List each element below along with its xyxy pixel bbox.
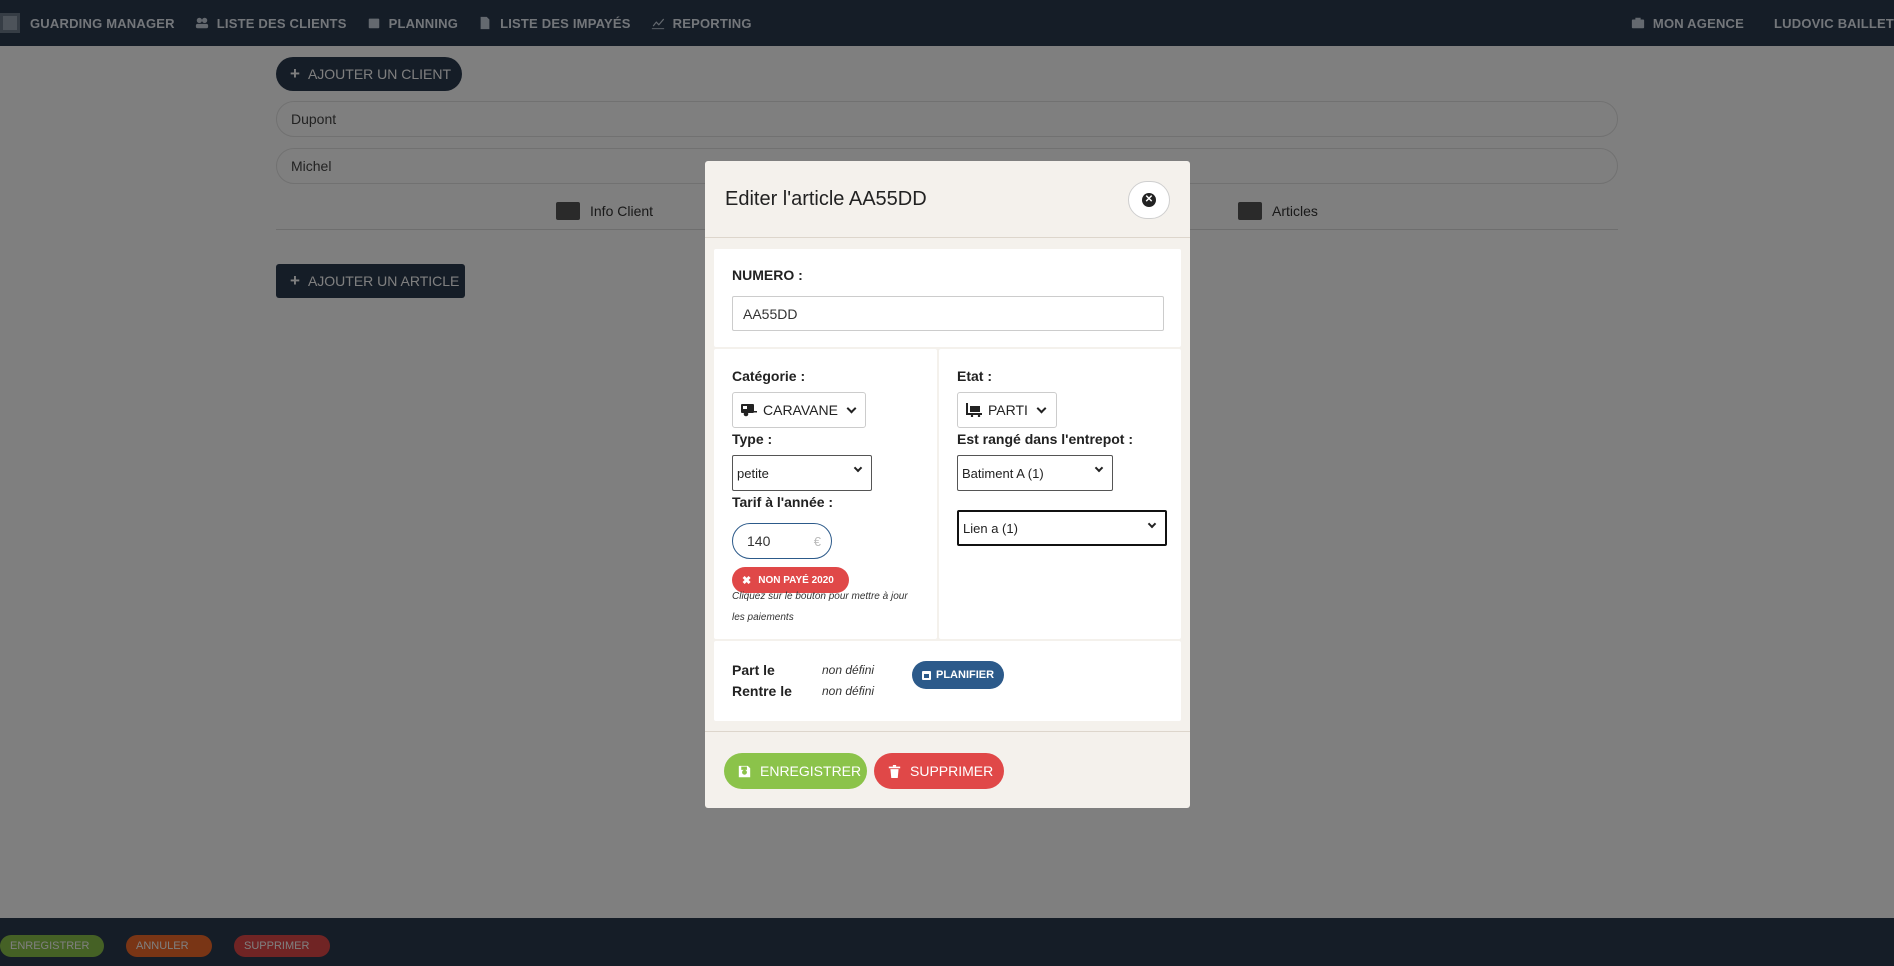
- save-label: Enregistrer: [760, 763, 862, 779]
- calendar-icon: [922, 670, 931, 680]
- etat-card: Etat : PARTI Est rangé dans l'entrepot :…: [939, 349, 1181, 639]
- trash-icon: [888, 764, 901, 778]
- floppy-disk-icon: [738, 765, 751, 777]
- rentre-label: Rentre le: [732, 683, 792, 699]
- numero-input[interactable]: AA55DD: [732, 296, 1164, 331]
- categorie-value: CARAVANE: [763, 402, 838, 418]
- categorie-dropdown[interactable]: CARAVANE: [732, 392, 866, 428]
- lien-select[interactable]: Lien a (1): [957, 510, 1167, 546]
- numero-card: NUMERO : AA55DD: [714, 249, 1181, 347]
- edit-article-modal: Editer l'article AA55DD ✕ NUMERO : AA55D…: [705, 161, 1190, 808]
- chevron-down-icon: [1147, 519, 1157, 529]
- chevron-down-icon: [853, 463, 863, 473]
- chevron-down-icon: [1094, 463, 1104, 473]
- lien-value: Lien a (1): [963, 520, 1018, 536]
- chevron-down-icon: [1036, 403, 1047, 413]
- delete-button[interactable]: Supprimer: [874, 753, 1004, 789]
- save-button[interactable]: Enregistrer: [724, 753, 867, 789]
- planifier-button[interactable]: Planifier: [912, 661, 1004, 689]
- modal-title: Editer l'article AA55DD: [725, 188, 927, 210]
- close-button[interactable]: ✕: [1128, 181, 1170, 219]
- close-icon: ✖: [742, 574, 752, 587]
- type-select[interactable]: petite: [732, 455, 872, 491]
- type-value: petite: [737, 465, 769, 481]
- entrepot-label: Est rangé dans l'entrepot :: [957, 431, 1134, 447]
- delete-label: Supprimer: [910, 763, 994, 779]
- entrepot-select[interactable]: Batiment A (1): [957, 455, 1113, 491]
- etat-value: PARTI: [988, 402, 1028, 418]
- part-value: non défini: [822, 663, 875, 677]
- tarif-value: 140: [747, 533, 771, 549]
- rentre-value: non défini: [822, 684, 875, 698]
- modal-header: Editer l'article AA55DD ✕: [705, 161, 1190, 238]
- categorie-card: Catégorie : CARAVANE Type : petite Tarif…: [714, 349, 937, 639]
- modal-footer-divider: [705, 731, 1190, 732]
- entrepot-value: Batiment A (1): [962, 465, 1044, 481]
- caravan-icon: [741, 404, 757, 417]
- categorie-label: Catégorie :: [732, 368, 806, 384]
- etat-dropdown[interactable]: PARTI: [957, 392, 1057, 428]
- numero-label: NUMERO :: [732, 267, 803, 283]
- part-label: Part le: [732, 662, 775, 678]
- truck-loading-icon: [966, 403, 982, 417]
- payment-hint: Cliquez sur le bouton pour mettre à jour…: [732, 591, 908, 623]
- tarif-label: Tarif à l'année :: [732, 494, 834, 510]
- type-label: Type :: [732, 431, 773, 447]
- dates-card: Part le non défini Rentre le non défini …: [714, 641, 1181, 721]
- unpaid-label: Non payé 2020: [758, 574, 834, 586]
- euro-unit: €: [813, 534, 821, 549]
- chevron-down-icon: [846, 403, 857, 413]
- etat-label: Etat :: [957, 368, 992, 384]
- planifier-label: Planifier: [936, 669, 995, 681]
- tarif-input[interactable]: 140 €: [732, 523, 832, 559]
- close-icon: ✕: [1142, 193, 1156, 207]
